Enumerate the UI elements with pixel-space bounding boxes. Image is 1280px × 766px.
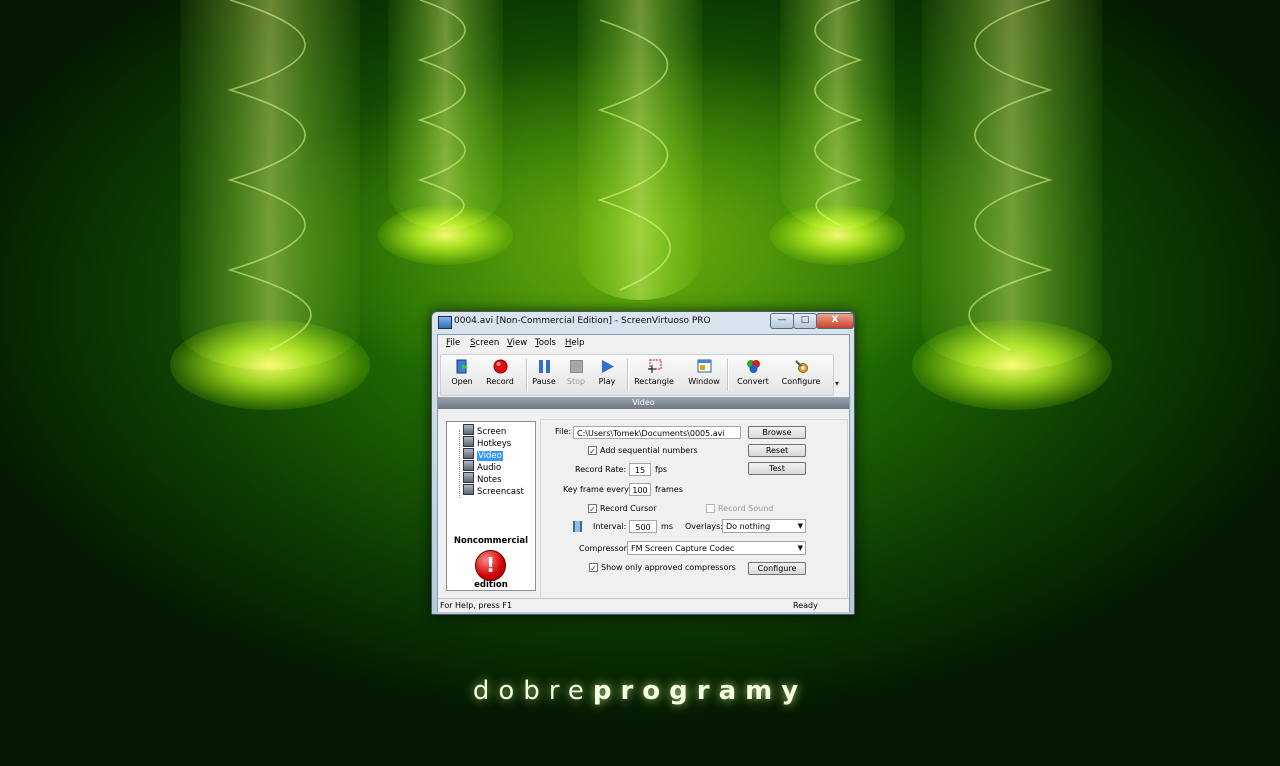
toolbar-overflow-icon[interactable]: ▾ xyxy=(835,379,839,388)
menu-screen[interactable]: Screen xyxy=(470,338,499,348)
overlays-label: Overlays: xyxy=(685,522,723,531)
brand-part-2: programy xyxy=(592,676,808,706)
frames-label: frames xyxy=(655,485,683,494)
minimize-button[interactable]: — xyxy=(770,313,794,329)
brand-logo: dobreprogramy xyxy=(0,676,1280,706)
record-sound-checkbox[interactable] xyxy=(706,504,715,513)
chevron-down-icon: ▼ xyxy=(797,544,803,552)
ms-label: ms xyxy=(661,522,673,531)
menu-file[interactable]: File xyxy=(446,338,460,348)
settings-tree: Screen Hotkeys Video Audio Notes Screenc… xyxy=(446,421,536,591)
toolbar-separator xyxy=(526,359,528,391)
rectangle-button[interactable]: Rectangle xyxy=(634,357,674,393)
menu-help[interactable]: Help xyxy=(565,338,584,348)
edition-label: edition xyxy=(474,580,508,590)
brand-part-1: dobre xyxy=(472,676,593,706)
file-path-input[interactable]: C:\Users\Tomek\Documents\0005.avi xyxy=(573,426,741,439)
film-icon xyxy=(573,521,582,532)
configure-compressor-button[interactable]: Configure xyxy=(748,562,806,575)
compressor-label: Compressor: xyxy=(579,544,630,553)
screen-icon xyxy=(463,424,474,435)
menu-tools[interactable]: Tools xyxy=(535,338,556,348)
open-icon xyxy=(456,359,468,374)
interval-label: Interval: xyxy=(593,522,627,531)
open-button[interactable]: Open xyxy=(449,357,475,393)
app-icon xyxy=(438,316,452,329)
sequential-numbers-label: Add sequential numbers xyxy=(600,446,698,455)
record-cursor-checkbox[interactable]: ✓ xyxy=(588,504,597,514)
configure-toolbar-button[interactable]: Configure xyxy=(781,357,821,393)
play-icon xyxy=(601,360,614,373)
notes-icon xyxy=(463,472,474,483)
record-icon xyxy=(493,359,507,374)
warning-icon: ! xyxy=(475,550,506,581)
pause-icon xyxy=(538,360,550,373)
record-cursor-label: Record Cursor xyxy=(600,504,657,513)
close-button[interactable]: X xyxy=(816,313,854,329)
window-button[interactable]: Window xyxy=(688,357,720,393)
video-icon xyxy=(463,448,474,459)
interval-input[interactable]: 500 xyxy=(629,520,657,533)
stop-button[interactable]: Stop xyxy=(565,357,587,393)
record-sound-label: Record Sound xyxy=(718,504,774,513)
tree-line xyxy=(459,430,461,498)
menu-view[interactable]: View xyxy=(507,338,527,348)
reset-button[interactable]: Reset xyxy=(748,444,806,457)
stop-icon xyxy=(569,360,583,373)
status-state: Ready xyxy=(793,601,818,610)
convert-button[interactable]: Convert xyxy=(736,357,770,393)
status-help-text: For Help, press F1 xyxy=(440,601,513,610)
title-bar[interactable]: 0004.avi [Non-Commercial Edition] - Scre… xyxy=(432,312,854,332)
browse-button[interactable]: Browse xyxy=(748,426,806,439)
record-button[interactable]: Record xyxy=(485,357,515,393)
rectangle-select-icon xyxy=(647,359,661,373)
audio-icon xyxy=(463,460,474,471)
pause-button[interactable]: Pause xyxy=(531,357,557,393)
approved-compressors-label: Show only approved compressors xyxy=(601,563,736,572)
keyframe-input[interactable]: 100 xyxy=(629,483,651,496)
menu-bar: File Screen View Tools Help xyxy=(438,335,849,352)
approved-compressors-checkbox[interactable]: ✓ xyxy=(589,563,598,573)
toolbar: Open Record Pause Stop Play Rectangle Wi… xyxy=(440,354,834,396)
hotkeys-icon xyxy=(463,436,474,447)
test-button[interactable]: Test xyxy=(748,462,806,475)
client-area: File Screen View Tools Help Open Record … xyxy=(437,334,850,612)
toolbar-separator xyxy=(627,359,629,391)
convert-icon xyxy=(746,360,760,373)
compressor-select[interactable]: FM Screen Capture Codec ▼ xyxy=(627,541,806,555)
overlays-select[interactable]: Do nothing ▼ xyxy=(722,519,806,533)
keyframe-label: Key frame every: xyxy=(563,485,632,494)
screencast-icon xyxy=(463,484,474,495)
maximize-button[interactable]: □ xyxy=(793,313,817,329)
chevron-down-icon: ▼ xyxy=(797,522,803,530)
video-settings-panel: File: C:\Users\Tomek\Documents\0005.avi … xyxy=(540,419,848,602)
play-button[interactable]: Play xyxy=(596,357,618,393)
window-title: 0004.avi [Non-Commercial Edition] - Scre… xyxy=(454,316,711,326)
record-rate-label: Record Rate: xyxy=(575,465,627,474)
file-label: File: xyxy=(555,427,572,436)
section-title: Video xyxy=(438,397,849,409)
sequential-numbers-checkbox[interactable]: ✓ xyxy=(588,446,597,456)
fps-label: fps xyxy=(655,465,668,474)
status-bar: For Help, press F1 Ready xyxy=(438,598,849,612)
app-window: 0004.avi [Non-Commercial Edition] - Scre… xyxy=(431,311,855,615)
record-rate-input[interactable]: 15 xyxy=(629,463,651,476)
tree-item-screencast[interactable]: Screencast xyxy=(463,484,524,497)
window-icon xyxy=(697,359,711,373)
noncommercial-label: Noncommercial xyxy=(453,536,529,546)
toolbar-separator xyxy=(727,359,729,391)
gear-icon xyxy=(794,360,808,373)
